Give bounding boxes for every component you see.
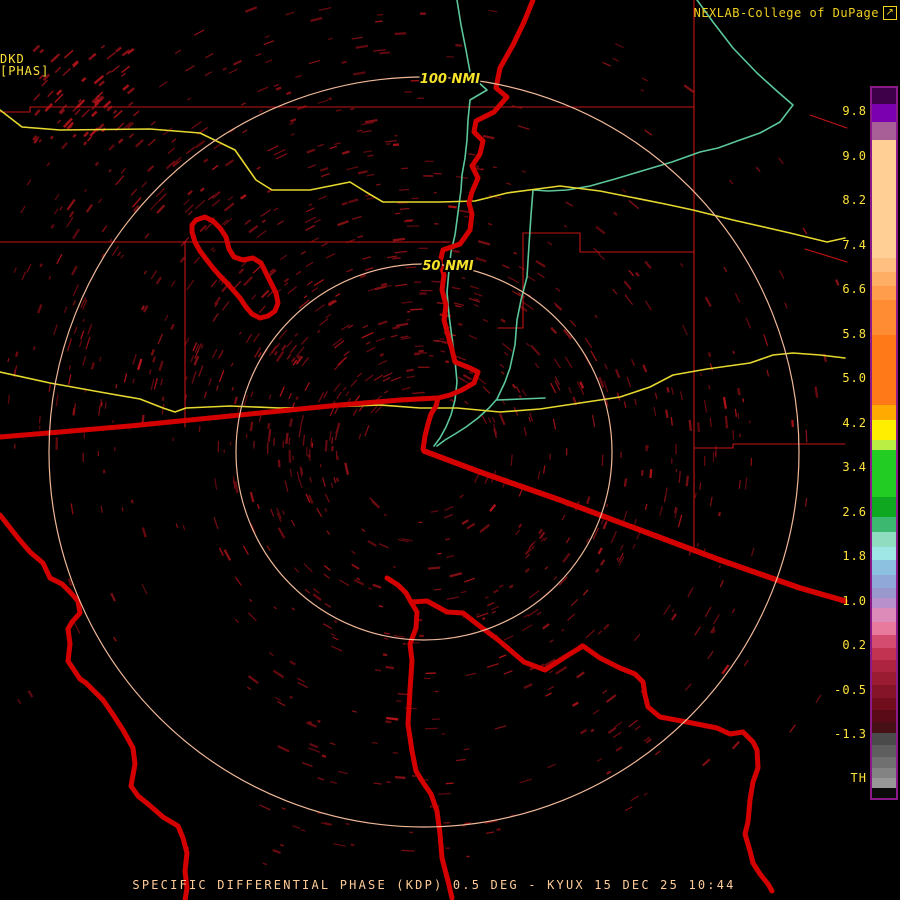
colorbar-segment xyxy=(872,733,896,745)
colorbar-tick-label: 4.2 xyxy=(842,415,867,430)
range-ring-100nmi-label: 100 NMI xyxy=(420,72,480,87)
product-caption: SPECIFIC DIFFERENTIAL PHASE (KDP) 0.5 DE… xyxy=(132,878,736,892)
colorbar-tick-label: 2.6 xyxy=(842,504,867,519)
colorbar-segment xyxy=(872,778,896,788)
colorbar-segment xyxy=(872,672,896,685)
colorbar-segment xyxy=(872,104,896,122)
radar-map: 50 NMI 100 NMI xyxy=(0,0,848,900)
state-borders-layer xyxy=(0,0,848,900)
colorbar-tick-label: 1.0 xyxy=(842,593,867,608)
colorbar-tick-label: 9.8 xyxy=(842,104,867,118)
colorbar-tick-label: 0.2 xyxy=(842,638,867,652)
colorbar-segment xyxy=(872,722,896,733)
colorbar-tick-label: 1.8 xyxy=(842,549,867,563)
colorbar-segment xyxy=(872,710,896,722)
colorbar-segment xyxy=(872,547,896,560)
colorbar-segment xyxy=(872,517,896,532)
colorbar-segment xyxy=(872,660,896,672)
colorbar xyxy=(870,86,898,800)
colorbar-segment xyxy=(872,608,896,622)
colorbar-segment xyxy=(872,757,896,768)
colorbar-segment xyxy=(872,450,896,497)
colorbar-segment xyxy=(872,560,896,575)
colorbar-segment xyxy=(872,272,896,286)
colorbar-segment xyxy=(872,575,896,588)
colorbar-segment xyxy=(872,286,896,300)
colorbar-segment xyxy=(872,648,896,660)
colorbar-tick-label: -0.5 xyxy=(834,682,867,697)
colorbar-segment xyxy=(872,88,896,104)
colorbar-segment xyxy=(872,420,896,440)
units-label: [PHAS] xyxy=(0,64,50,78)
colorbar-segment xyxy=(872,497,896,517)
colorbar-tick-label: 6.6 xyxy=(842,282,867,296)
colorbar-segment xyxy=(872,768,896,778)
colorbar-threshold-label: TH xyxy=(850,771,867,785)
colorbar-segment xyxy=(872,258,896,272)
colorbar-segment xyxy=(872,140,896,258)
range-ring-50nmi-label: 50 NMI xyxy=(422,259,473,274)
colorbar-tick-label: 5.0 xyxy=(842,371,867,385)
colorbar-segment xyxy=(872,745,896,757)
colorbar-segment xyxy=(872,300,896,335)
colorbar-segment xyxy=(872,440,896,450)
colorbar-segment xyxy=(872,405,896,420)
colorbar-segment xyxy=(872,698,896,710)
rivers-layer xyxy=(433,0,794,447)
colorbar-segment xyxy=(872,532,896,547)
colorbar-tick-label: 5.8 xyxy=(842,326,867,341)
radar-display: 50 NMI 100 NMI NEXLAB-College of DuPage … xyxy=(0,0,900,900)
colorbar-segment xyxy=(872,622,896,635)
nexlab-logo-icon: ↗ xyxy=(883,6,897,20)
brand-label: NEXLAB-College of DuPage xyxy=(693,6,879,20)
colorbar-tick-label: 7.4 xyxy=(842,237,867,252)
colorbar-segment xyxy=(872,588,896,598)
colorbar-segment xyxy=(872,635,896,648)
colorbar-tick-label: 8.2 xyxy=(842,193,867,207)
colorbar-segment xyxy=(872,598,896,608)
colorbar-tick-label: 3.4 xyxy=(842,460,867,474)
colorbar-tick-label: -1.3 xyxy=(834,727,867,741)
colorbar-tick-label: 9.0 xyxy=(842,148,867,163)
colorbar-segment xyxy=(872,335,896,405)
colorbar-segment xyxy=(872,122,896,140)
colorbar-segment xyxy=(872,788,896,798)
header: NEXLAB-College of DuPage ↗ xyxy=(694,5,897,21)
colorbar-segment xyxy=(872,685,896,698)
